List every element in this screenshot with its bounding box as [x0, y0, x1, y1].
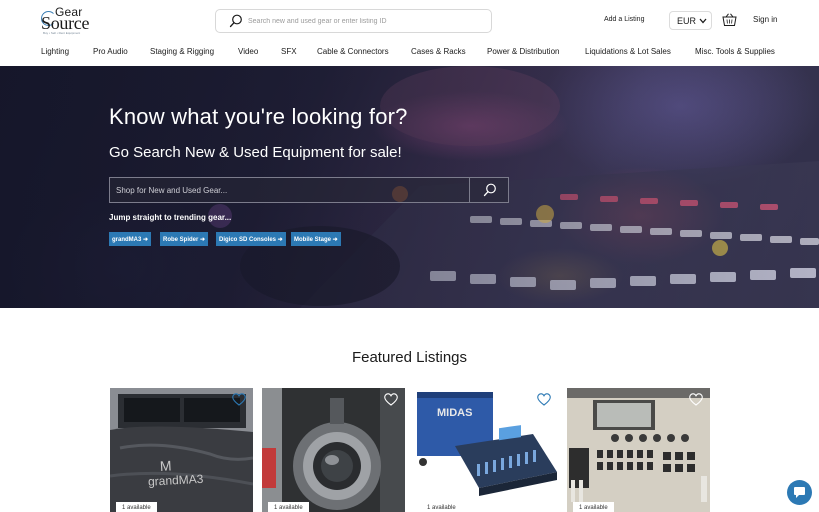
hero-search-input[interactable]	[116, 183, 466, 198]
listing-image: M grandMA3	[110, 388, 253, 512]
currency-value: EUR	[677, 16, 697, 26]
hero-title: Know what you're looking for?	[109, 104, 408, 129]
nav-item-sfx[interactable]: SFX	[281, 47, 297, 56]
search-icon	[483, 183, 496, 197]
search-icon[interactable]	[229, 14, 243, 28]
heart-icon[interactable]	[232, 393, 246, 406]
trending-label: Jump straight to trending gear...	[109, 213, 232, 222]
hero-search-box	[109, 177, 509, 203]
chevron-down-icon	[699, 18, 707, 24]
heart-icon[interactable]	[689, 393, 703, 406]
category-nav: Lighting Pro Audio Staging & Rigging Vid…	[0, 47, 819, 61]
listing-image	[262, 388, 405, 512]
nav-item-video[interactable]: Video	[238, 47, 258, 56]
gearsource-logo[interactable]: Gear Source Buy • Sell • Rent Equipment	[41, 5, 101, 35]
availability-badge: 1 available	[268, 502, 309, 512]
svg-text:grandMA3: grandMA3	[148, 472, 204, 489]
chat-bubble-icon	[794, 487, 805, 498]
hero-banner: Know what you're looking for? Go Search …	[0, 66, 819, 308]
listing-card[interactable]: M grandMA3 1 available	[110, 388, 253, 512]
heart-icon[interactable]	[537, 393, 551, 406]
nav-item-staging-rigging[interactable]: Staging & Rigging	[150, 47, 214, 56]
svg-text:M: M	[159, 457, 171, 474]
nav-item-power-distribution[interactable]: Power & Distribution	[487, 47, 559, 56]
chip-robe-spider[interactable]: Robe Spider ➜	[160, 232, 209, 246]
listing-image: MIDAS	[415, 388, 558, 512]
logo-tagline: Buy • Sell • Rent Equipment	[43, 31, 81, 35]
chip-mobile-stage[interactable]: Mobile Stage ➜	[291, 232, 341, 246]
availability-badge: 1 available	[421, 502, 462, 512]
availability-badge: 1 available	[116, 502, 157, 512]
header-search-input[interactable]	[248, 13, 483, 29]
chip-grandma3[interactable]: grandMA3 ➜	[109, 232, 152, 246]
chat-launcher-button[interactable]	[787, 480, 812, 505]
hero-subtitle: Go Search New & Used Equipment for sale!	[109, 144, 402, 161]
add-listing-link[interactable]: Add a Listing	[604, 16, 644, 23]
listing-card[interactable]: 1 available	[262, 388, 405, 512]
listing-image	[567, 388, 710, 512]
hero-search-button[interactable]	[469, 178, 509, 202]
listing-card[interactable]: 1 available	[567, 388, 710, 512]
svg-text:MIDAS: MIDAS	[437, 407, 472, 419]
nav-item-liquidations[interactable]: Liquidations & Lot Sales	[585, 47, 671, 56]
chip-digico-sd-consoles[interactable]: Digico SD Consoles ➜	[216, 232, 286, 246]
listing-card[interactable]: MIDAS 1 available	[415, 388, 558, 512]
currency-select[interactable]: EUR	[669, 11, 712, 30]
nav-item-pro-audio[interactable]: Pro Audio	[93, 47, 128, 56]
nav-item-cable-connectors[interactable]: Cable & Connectors	[317, 47, 389, 56]
cart-basket-icon[interactable]	[722, 13, 737, 27]
sign-in-link[interactable]: Sign in	[753, 15, 777, 24]
nav-item-lighting[interactable]: Lighting	[41, 47, 69, 56]
nav-item-misc-tools[interactable]: Misc. Tools & Supplies	[695, 47, 775, 56]
availability-badge: 1 available	[573, 502, 614, 512]
header-search	[215, 9, 492, 33]
top-bar: Gear Source Buy • Sell • Rent Equipment …	[0, 0, 819, 40]
nav-item-cases-racks[interactable]: Cases & Racks	[411, 47, 466, 56]
featured-listings-title: Featured Listings	[351, 349, 468, 366]
heart-icon[interactable]	[384, 393, 398, 406]
